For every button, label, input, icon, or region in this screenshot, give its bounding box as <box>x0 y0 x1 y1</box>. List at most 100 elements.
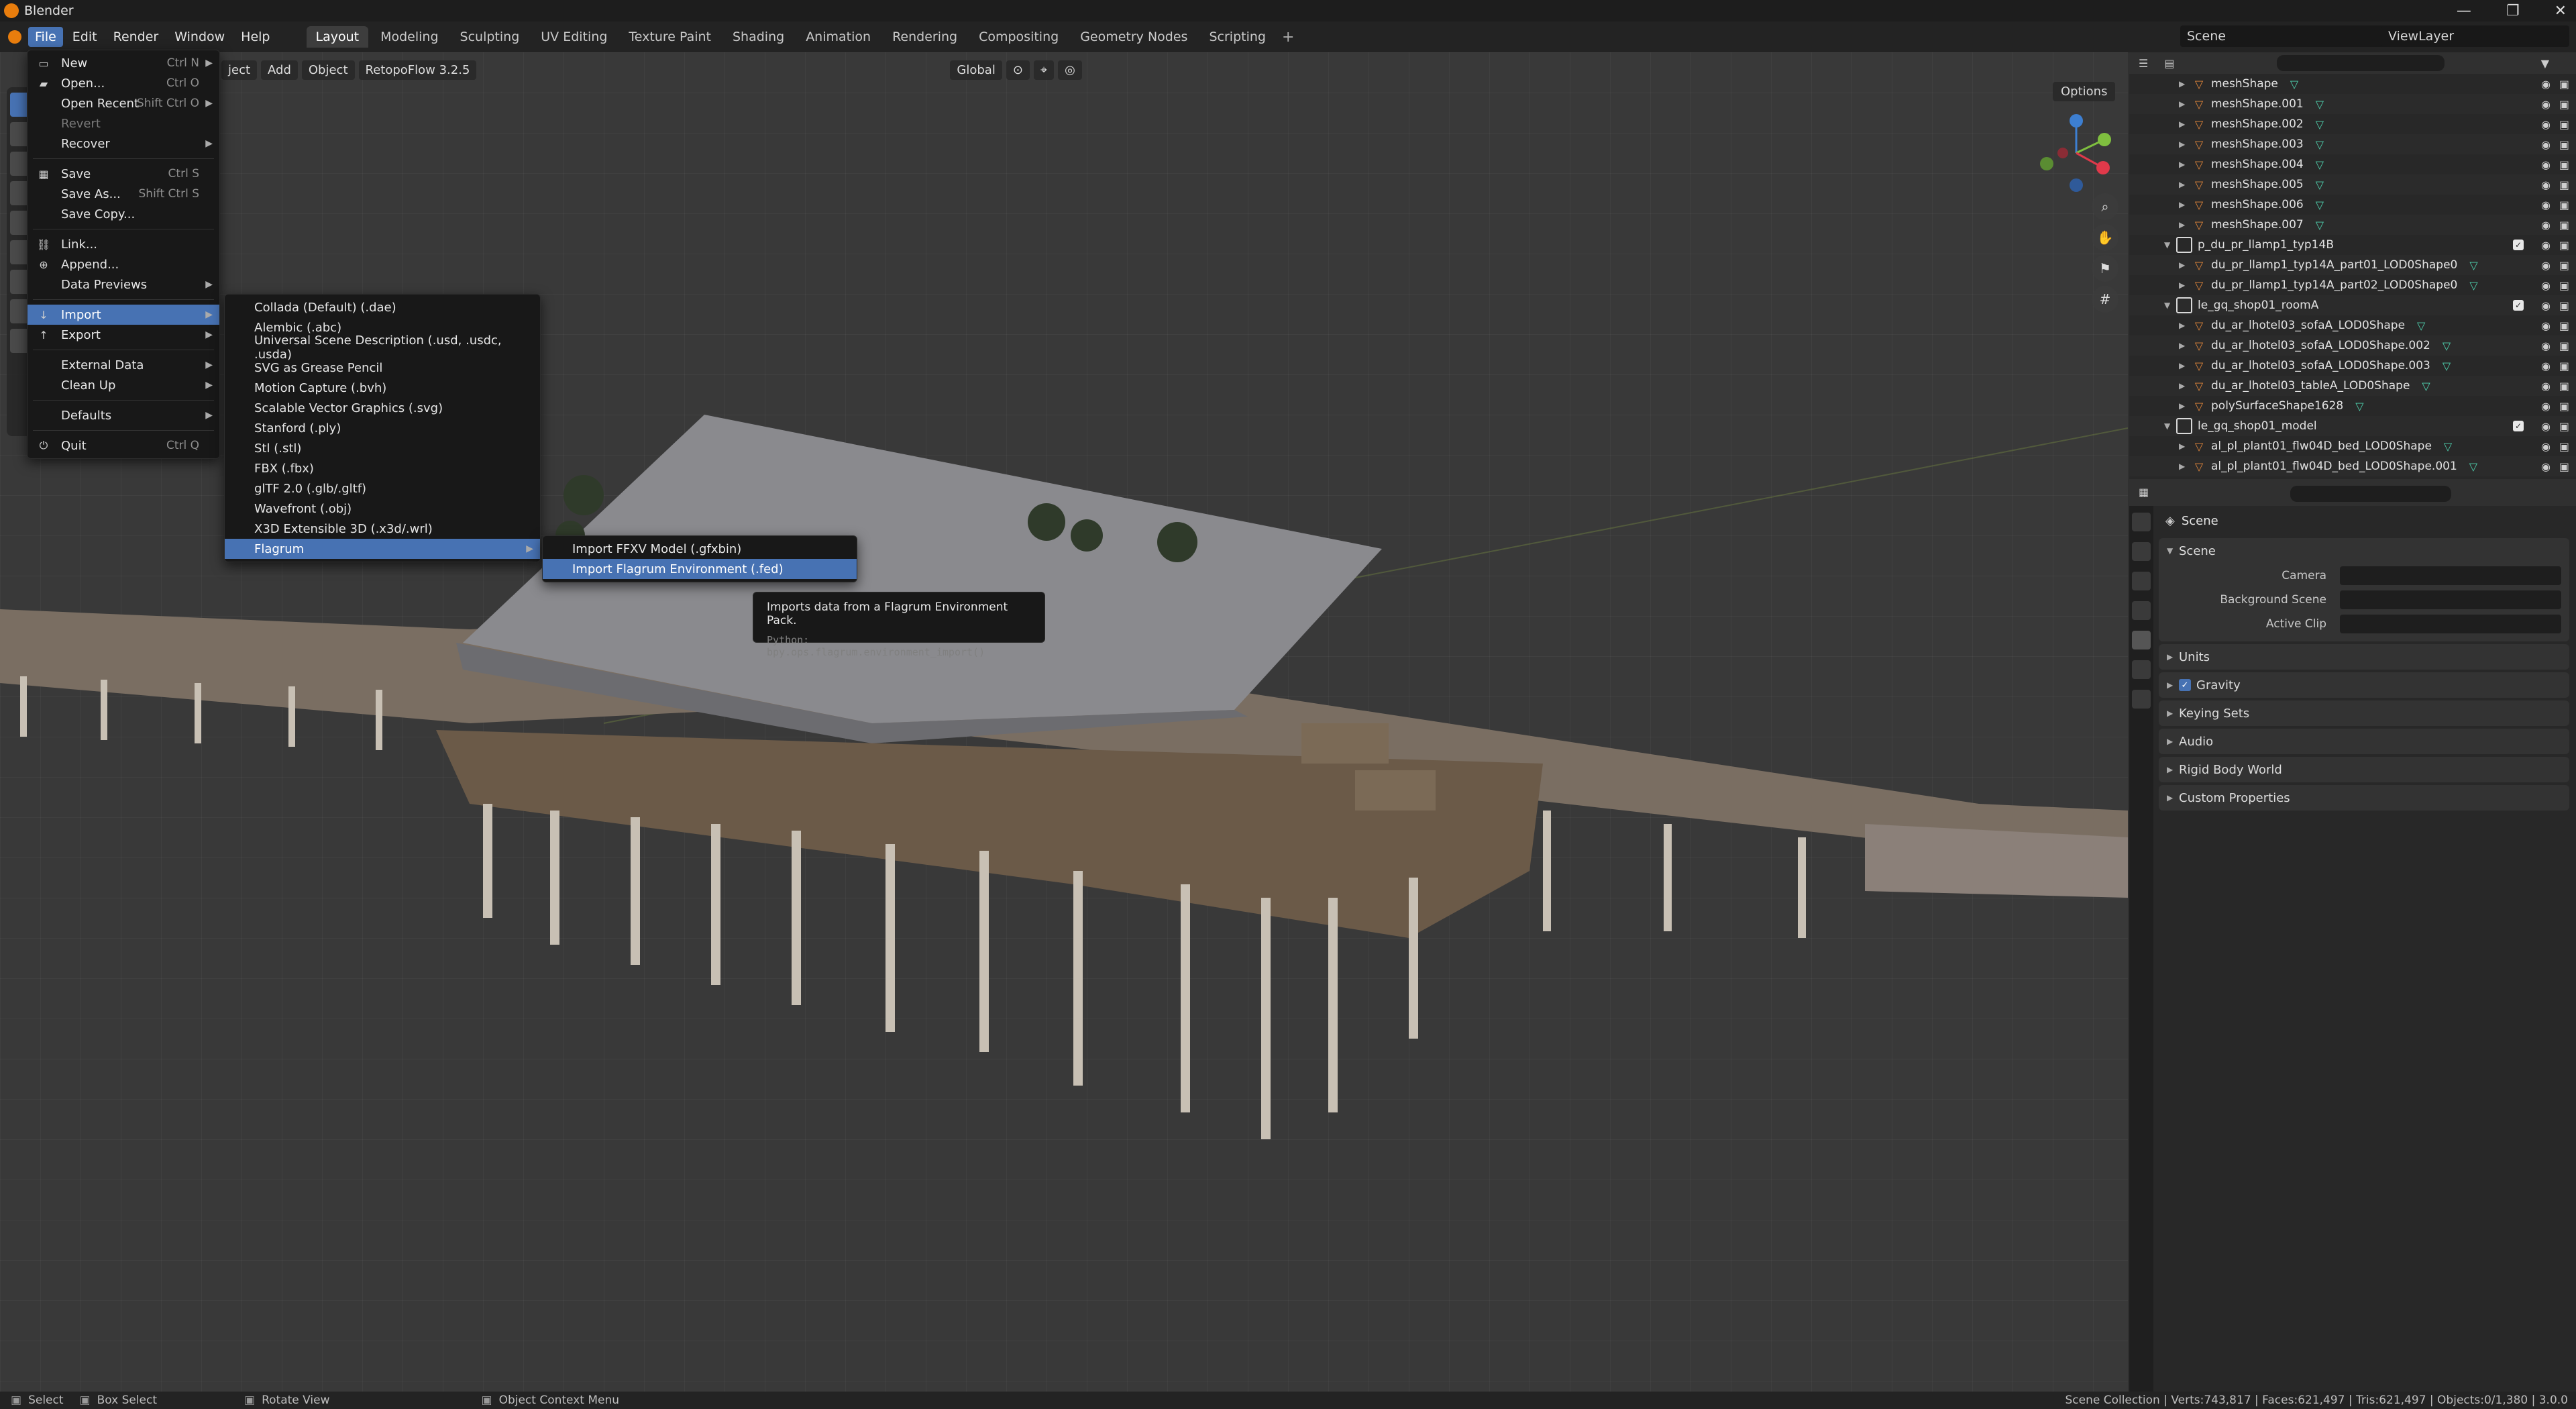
tab-animation[interactable]: Animation <box>796 26 880 48</box>
outliner-collection-row[interactable]: ▼ le_gq_shop01_model ✓ ◉ ▣ <box>2129 416 2576 436</box>
render-camera-icon[interactable]: ▣ <box>2559 340 2569 352</box>
navigation-gizmo[interactable] <box>2036 113 2116 193</box>
expand-right-icon[interactable]: ▶ <box>2179 321 2188 330</box>
render-camera-icon[interactable]: ▣ <box>2559 460 2569 473</box>
visibility-eye-icon[interactable]: ◉ <box>2541 219 2551 231</box>
camera-view-icon[interactable]: ⚑ <box>2092 255 2118 282</box>
gravity-checkbox[interactable]: ✓ <box>2179 679 2191 691</box>
visibility-eye-icon[interactable]: ◉ <box>2541 279 2551 292</box>
maximize-icon[interactable]: ❐ <box>2506 3 2520 19</box>
visibility-eye-icon[interactable]: ◉ <box>2541 319 2551 332</box>
render-camera-icon[interactable]: ▣ <box>2559 400 2569 413</box>
outliner-object-row[interactable]: ▶ ▽ du_pr_llamp1_typ14A_part01_LOD0Shape0 ▽… <box>2129 255 2576 275</box>
render-camera-icon[interactable]: ▣ <box>2559 98 2569 111</box>
mesh-data-icon[interactable]: ▽ <box>2444 440 2452 453</box>
file-menu-save-copy[interactable]: Save Copy... <box>28 204 219 224</box>
expand-down-icon[interactable]: ▼ <box>2164 240 2174 250</box>
exclude-checkbox[interactable]: ✓ <box>2513 421 2524 431</box>
render-camera-icon[interactable]: ▣ <box>2559 158 2569 171</box>
outliner-object-row[interactable]: ▶ ▽ meshShape.002 ▽ ◉ ▣ <box>2129 114 2576 134</box>
visibility-eye-icon[interactable]: ◉ <box>2541 460 2551 473</box>
mesh-data-icon[interactable]: ▽ <box>2316 219 2324 231</box>
mesh-data-icon[interactable]: ▽ <box>2316 199 2324 211</box>
render-camera-icon[interactable]: ▣ <box>2559 279 2569 292</box>
expand-right-icon[interactable]: ▶ <box>2179 441 2188 451</box>
mesh-data-icon[interactable]: ▽ <box>2316 138 2324 151</box>
panel-header-gravity[interactable]: ▶ ✓ Gravity <box>2159 672 2569 698</box>
flagrum-import-flagrum-environment-fed[interactable]: Import Flagrum Environment (.fed) <box>543 559 857 579</box>
render-camera-icon[interactable]: ▣ <box>2559 78 2569 91</box>
outliner-editor-icon[interactable]: ☰ <box>2139 57 2148 70</box>
tool-tab-icon[interactable] <box>2132 513 2151 531</box>
expand-right-icon[interactable]: ▶ <box>2179 160 2188 169</box>
expand-right-icon[interactable]: ▶ <box>2179 280 2188 290</box>
menu-file[interactable]: File <box>28 27 63 47</box>
file-menu-new[interactable]: ▭ New Ctrl N ▶ <box>28 53 219 73</box>
render-camera-icon[interactable]: ▣ <box>2559 360 2569 372</box>
outliner-object-row[interactable]: ▶ ▽ al_pl_plant01_flw04D_bed_LOD0Shape ▽ ◉ ▣ <box>2129 436 2576 456</box>
visibility-eye-icon[interactable]: ◉ <box>2541 420 2551 433</box>
outliner-object-row[interactable]: ▶ ▽ du_ar_lhotel03_sofaA_LOD0Shape.003 ▽ ◉ ▣ <box>2129 356 2576 376</box>
import-scalable-vector-graphics-svg[interactable]: Scalable Vector Graphics (.svg) <box>225 398 540 418</box>
camera-field[interactable] <box>2340 566 2561 585</box>
file-menu-import[interactable]: ↓ Import ▶ <box>28 305 219 325</box>
render-camera-icon[interactable]: ▣ <box>2559 440 2569 453</box>
mesh-data-icon[interactable]: ▽ <box>2417 319 2425 332</box>
render-camera-icon[interactable]: ▣ <box>2559 199 2569 211</box>
menu-edit[interactable]: Edit <box>66 27 104 47</box>
add-workspace-icon[interactable]: + <box>1282 29 1294 46</box>
outliner-object-row[interactable]: ▶ ▽ du_pr_llamp1_typ14A_part02_LOD0Shape0 ▽… <box>2129 275 2576 295</box>
outliner-collection-row[interactable]: ▼ p_du_pr_llamp1_typ14B ✓ ◉ ▣ <box>2129 235 2576 255</box>
import-collada-default-dae[interactable]: Collada (Default) (.dae) <box>225 297 540 317</box>
tab-compositing[interactable]: Compositing <box>969 26 1068 48</box>
file-menu-defaults[interactable]: Defaults ▶ <box>28 405 219 425</box>
mesh-data-icon[interactable]: ▽ <box>2469 279 2477 292</box>
properties-search-input[interactable] <box>2290 486 2451 502</box>
file-menu-export[interactable]: ↑ Export ▶ <box>28 325 219 345</box>
expand-right-icon[interactable]: ▶ <box>2179 381 2188 390</box>
expand-right-icon[interactable]: ▶ <box>2179 140 2188 149</box>
render-camera-icon[interactable]: ▣ <box>2559 138 2569 151</box>
expand-right-icon[interactable]: ▶ <box>2179 99 2188 109</box>
render-camera-icon[interactable]: ▣ <box>2559 178 2569 191</box>
mesh-data-icon[interactable]: ▽ <box>2316 118 2324 131</box>
outliner-object-row[interactable]: ▶ ▽ al_pl_plant01_flw04D_bed_LOD0Shape.001… <box>2129 456 2576 476</box>
import-stanford-ply[interactable]: Stanford (.ply) <box>225 418 540 438</box>
expand-right-icon[interactable]: ▶ <box>2179 401 2188 411</box>
expand-right-icon[interactable]: ▶ <box>2179 220 2188 229</box>
pan-hand-icon[interactable]: ✋ <box>2092 224 2118 251</box>
visibility-eye-icon[interactable]: ◉ <box>2541 138 2551 151</box>
expand-right-icon[interactable]: ▶ <box>2179 341 2188 350</box>
tab-shading[interactable]: Shading <box>723 26 794 48</box>
mesh-data-icon[interactable]: ▽ <box>2443 360 2451 372</box>
blender-menu-icon[interactable] <box>8 30 21 44</box>
background-scene-field[interactable] <box>2340 590 2561 609</box>
import-gltf-2-0-glb-gltf[interactable]: glTF 2.0 (.glb/.gltf) <box>225 478 540 499</box>
import-fbx-fbx[interactable]: FBX (.fbx) <box>225 458 540 478</box>
file-menu-link[interactable]: ⛓ Link... <box>28 234 219 254</box>
file-menu-recover[interactable]: Recover ▶ <box>28 134 219 154</box>
import-stl-stl[interactable]: Stl (.stl) <box>225 438 540 458</box>
render-camera-icon[interactable]: ▣ <box>2559 118 2569 131</box>
file-menu-revert[interactable]: Revert <box>28 113 219 134</box>
exclude-checkbox[interactable]: ✓ <box>2513 240 2524 250</box>
visibility-eye-icon[interactable]: ◉ <box>2541 360 2551 372</box>
file-menu-save[interactable]: ▦ Save Ctrl S <box>28 164 219 184</box>
expand-right-icon[interactable]: ▶ <box>2179 79 2188 89</box>
display-mode-icon[interactable]: ▤ <box>2164 57 2174 70</box>
visibility-eye-icon[interactable]: ◉ <box>2541 199 2551 211</box>
import-universal-scene-description-usd-usdc-usda[interactable]: Universal Scene Description (.usd, .usdc… <box>225 333 540 362</box>
active-clip-field[interactable] <box>2340 615 2561 633</box>
visibility-eye-icon[interactable]: ◉ <box>2541 259 2551 272</box>
outliner-collection-row[interactable]: ▼ le_gq_shop01_roomA ✓ ◉ ▣ <box>2129 295 2576 315</box>
expand-down-icon[interactable]: ▼ <box>2164 421 2174 431</box>
tab-rendering[interactable]: Rendering <box>883 26 967 48</box>
scene-selector[interactable]: Scene <box>2180 25 2388 47</box>
outliner-object-row[interactable]: ▶ ▽ meshShape ▽ ◉ ▣ <box>2129 74 2576 94</box>
panel-header-audio[interactable]: ▶ Audio <box>2159 729 2569 754</box>
tab-texture-paint[interactable]: Texture Paint <box>619 26 720 48</box>
mesh-data-icon[interactable]: ▽ <box>2469 259 2477 272</box>
file-menu-external-data[interactable]: External Data ▶ <box>28 355 219 375</box>
outliner-object-row[interactable]: ▶▽al_pl_plant01_flw04D_bed_LOD0Shape.002… <box>2129 476 2576 479</box>
scene-panel-header[interactable]: ▼ Scene <box>2159 538 2569 564</box>
